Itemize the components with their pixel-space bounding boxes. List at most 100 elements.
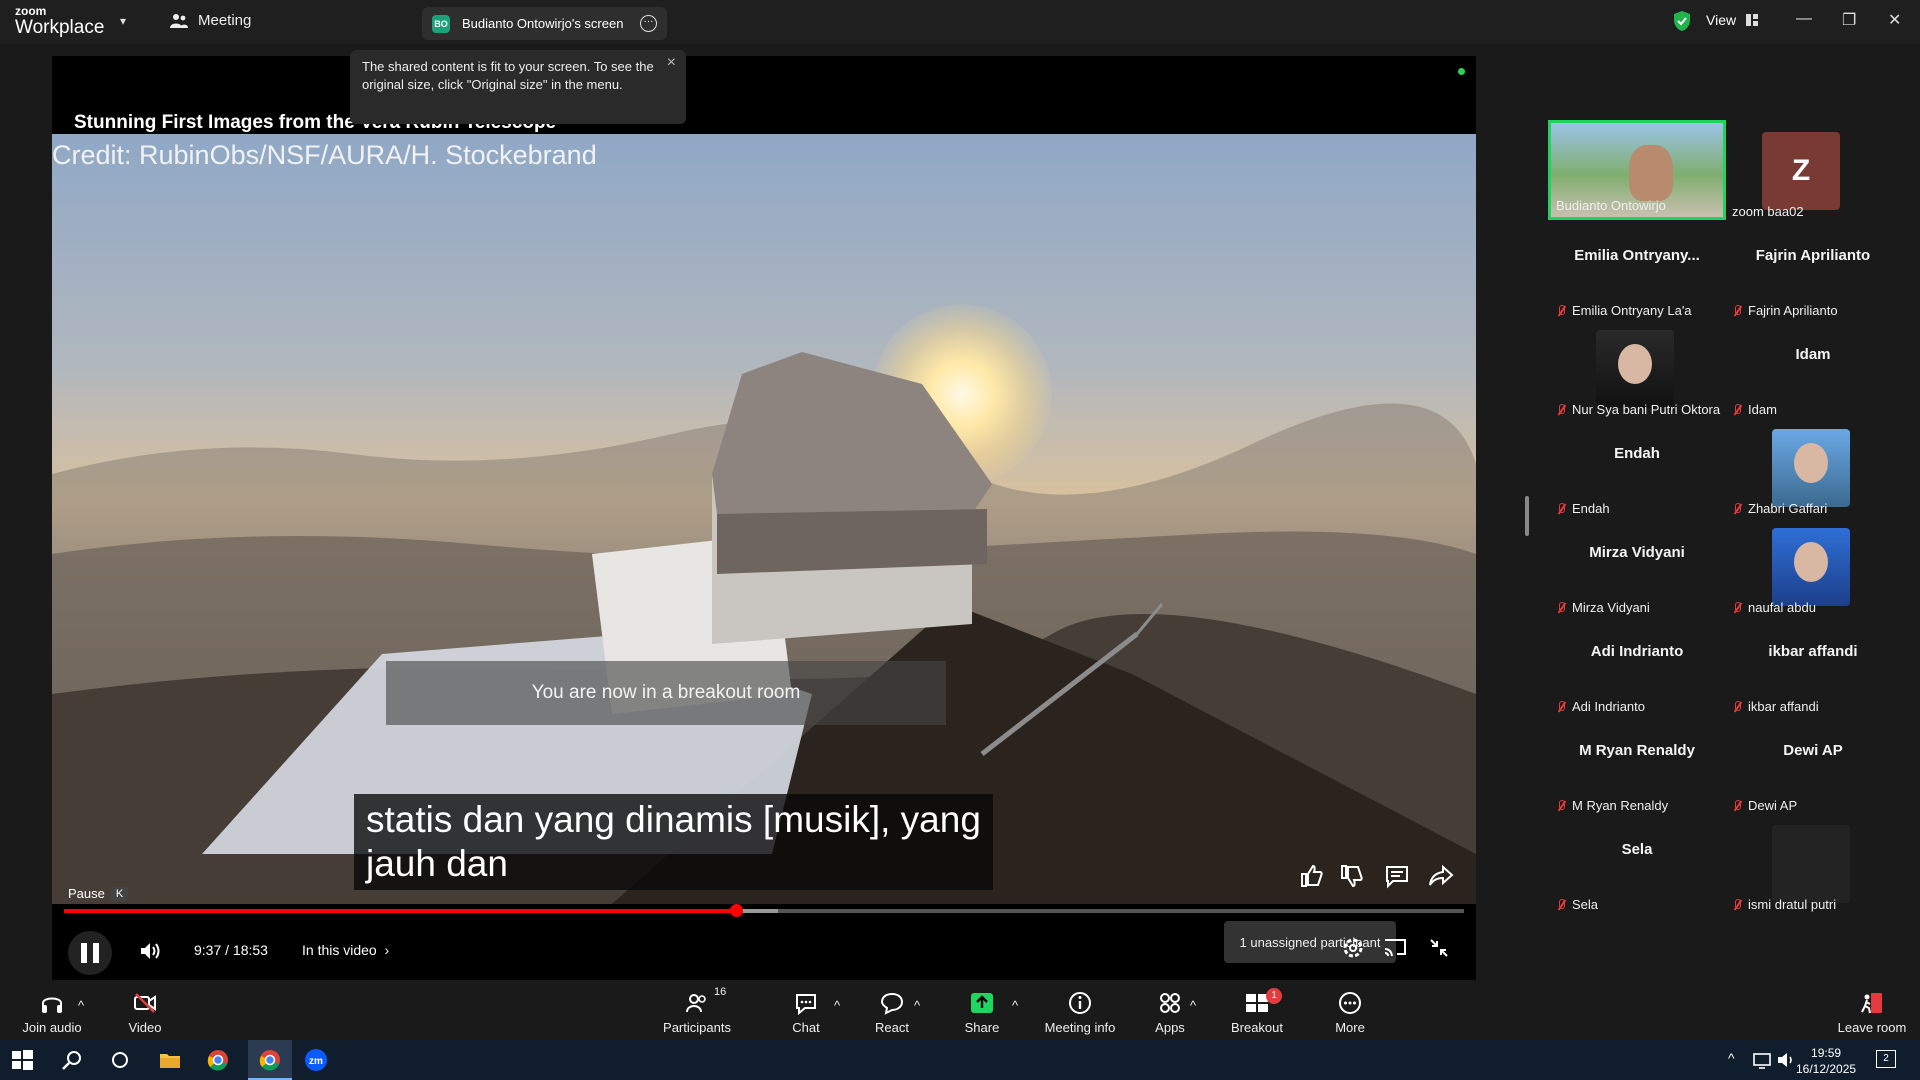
- leave-room-label: Leave room: [1837, 1020, 1907, 1035]
- chat-options-caret[interactable]: ^: [834, 998, 840, 1013]
- react-label: React: [875, 1020, 909, 1035]
- notification-center-icon[interactable]: 2: [1876, 1050, 1896, 1068]
- share-arrow-icon[interactable]: [1428, 863, 1454, 889]
- minimize-icon[interactable]: —: [1796, 10, 1812, 28]
- participant-tile[interactable]: naufal abdu: [1724, 516, 1902, 616]
- video-frame[interactable]: Credit: RubinObs/NSF/AURA/H. Stockebrand…: [52, 134, 1476, 904]
- gallery-scrollbar[interactable]: [1525, 496, 1529, 536]
- close-icon[interactable]: ✕: [1888, 10, 1901, 30]
- more-icon: [1339, 992, 1361, 1014]
- participant-name-label: M Ryan Renaldy: [1556, 798, 1668, 813]
- apps-options-caret[interactable]: ^: [1190, 998, 1196, 1013]
- participant-name-label: naufal abdu: [1732, 600, 1816, 615]
- volume-icon[interactable]: [138, 939, 162, 963]
- pause-shortcut-key: K: [110, 886, 129, 901]
- taskbar-date: 16/12/2025: [1796, 1062, 1857, 1076]
- participant-tile[interactable]: Nur Sya bani Putri Oktora: [1548, 318, 1726, 418]
- pause-button[interactable]: [68, 931, 112, 975]
- participant-tile[interactable]: Budianto Ontowirjo: [1548, 120, 1726, 220]
- progress-scrubber[interactable]: [730, 904, 743, 917]
- file-explorer-icon[interactable]: [158, 1048, 182, 1072]
- participant-tile[interactable]: Emilia Ontryany... Emilia Ontryany La'a: [1548, 219, 1726, 319]
- more-label: More: [1335, 1020, 1365, 1035]
- title-bar: zoom Workplace ▾ Meeting BO Budianto Ont…: [0, 0, 1920, 44]
- mic-muted-icon: [1732, 304, 1742, 317]
- participant-tile[interactable]: Sela Sela: [1548, 813, 1726, 913]
- participant-tile[interactable]: Idam Idam: [1724, 318, 1902, 418]
- progress-played: [64, 909, 736, 913]
- view-button[interactable]: View: [1706, 12, 1759, 28]
- react-button[interactable]: React: [872, 990, 912, 1035]
- participant-name-label: Budianto Ontowirjo: [1556, 198, 1666, 213]
- speaker-icon[interactable]: [1774, 1048, 1798, 1072]
- dislike-icon[interactable]: [1338, 863, 1364, 889]
- participant-name: Fajrin Aprilianto: [1748, 303, 1838, 318]
- comments-icon[interactable]: [1384, 863, 1410, 889]
- search-icon[interactable]: [60, 1048, 84, 1072]
- chrome-icon[interactable]: [206, 1048, 230, 1072]
- cast-icon[interactable]: [1382, 935, 1408, 961]
- participant-tile[interactable]: ikbar affandi ikbar affandi: [1724, 615, 1902, 715]
- mic-muted-icon: [1556, 403, 1566, 416]
- participant-tile[interactable]: ismi dratul putri: [1724, 813, 1902, 913]
- network-icon[interactable]: [1750, 1048, 1774, 1072]
- participants-button[interactable]: 16 Participants: [662, 986, 732, 1035]
- apps-button[interactable]: Apps: [1152, 990, 1188, 1035]
- mic-muted-icon: [1732, 700, 1742, 713]
- chat-button[interactable]: Chat: [788, 990, 824, 1035]
- participant-name-label: Sela: [1556, 897, 1598, 912]
- participant-name-label: zoom baa02: [1732, 204, 1804, 219]
- chat-icon: [796, 994, 816, 1016]
- shield-check-icon[interactable]: [1672, 10, 1692, 32]
- video-progress-bar[interactable]: [64, 904, 1464, 917]
- exit-fullscreen-icon[interactable]: [1426, 935, 1452, 961]
- video-off-icon: [134, 993, 156, 1013]
- participant-name-label: Endah: [1556, 501, 1610, 516]
- participant-display-name: Dewi AP: [1783, 742, 1843, 759]
- subtitle-line-1: statis dan yang dinamis [musik], yang: [366, 799, 981, 840]
- chapters-button[interactable]: In this video ›: [302, 942, 389, 958]
- participant-tile[interactable]: Endah Endah: [1548, 417, 1726, 517]
- people-icon: [170, 13, 188, 28]
- react-icon: [880, 992, 904, 1015]
- zoom-workplace-logo[interactable]: zoom Workplace: [15, 5, 104, 37]
- participant-name: Emilia Ontryany La'a: [1572, 303, 1692, 318]
- taskbar-active-app[interactable]: [248, 1040, 292, 1080]
- leave-room-button[interactable]: Leave room: [1836, 990, 1908, 1035]
- participant-tile[interactable]: Dewi AP Dewi AP: [1724, 714, 1902, 814]
- zoom-app-icon[interactable]: zm: [304, 1048, 328, 1072]
- taskbar-clock[interactable]: 19:59 16/12/2025: [1796, 1045, 1856, 1077]
- participant-tile[interactable]: Zhabri Gaffari: [1724, 417, 1902, 517]
- meeting-info-button[interactable]: Meeting info: [1042, 990, 1118, 1035]
- audio-options-caret[interactable]: ^: [78, 998, 84, 1013]
- participant-name: Budianto Ontowirjo: [1556, 198, 1666, 213]
- react-options-caret[interactable]: ^: [914, 998, 920, 1013]
- participant-tile[interactable]: Adi Indrianto Adi Indrianto: [1548, 615, 1726, 715]
- logo-brand-top: zoom: [15, 4, 47, 18]
- participant-tile[interactable]: M Ryan Renaldy M Ryan Renaldy: [1548, 714, 1726, 814]
- chrome-icon: [259, 1050, 280, 1071]
- participant-tile[interactable]: Zzoom baa02: [1724, 120, 1902, 220]
- like-icon[interactable]: [1298, 863, 1324, 889]
- chevron-up-icon[interactable]: ^: [1728, 1050, 1735, 1066]
- restore-icon[interactable]: ❐: [1842, 10, 1856, 30]
- settings-icon[interactable]: [1340, 935, 1366, 961]
- share-options-caret[interactable]: ^: [1012, 998, 1018, 1013]
- more-button[interactable]: More: [1334, 990, 1366, 1035]
- sharer-badge: BO: [432, 14, 450, 33]
- participant-tile[interactable]: Mirza Vidyani Mirza Vidyani: [1548, 516, 1726, 616]
- mic-muted-icon: [1556, 700, 1566, 713]
- participant-name: Sela: [1572, 897, 1599, 912]
- more-options-icon[interactable]: ···: [640, 15, 657, 32]
- share-button[interactable]: Share: [962, 990, 1002, 1035]
- close-icon[interactable]: ×: [667, 54, 676, 72]
- cortana-icon[interactable]: [108, 1048, 132, 1072]
- chat-label: Chat: [792, 1020, 820, 1035]
- meeting-menu-button[interactable]: Meeting: [170, 12, 251, 29]
- windows-start-icon[interactable]: [10, 1048, 34, 1072]
- shared-screen-tab[interactable]: BO Budianto Ontowirjo's screen ···: [422, 7, 667, 40]
- chevron-down-icon[interactable]: ▾: [120, 14, 126, 28]
- video-button[interactable]: Video: [120, 990, 170, 1035]
- participant-tile[interactable]: Fajrin Aprilianto Fajrin Aprilianto: [1724, 219, 1902, 319]
- unassigned-participants-notice[interactable]: 1 unassigned participant: [1224, 921, 1396, 963]
